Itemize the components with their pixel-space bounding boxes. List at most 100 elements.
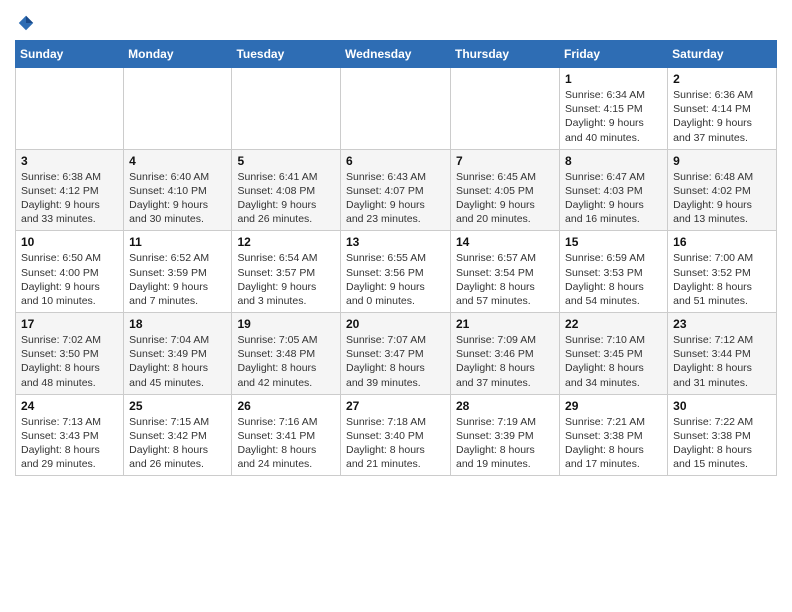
- day-number: 18: [129, 317, 226, 331]
- calendar-cell: 28 Sunrise: 7:19 AM Sunset: 3:39 PM Dayli…: [451, 394, 560, 476]
- calendar-cell: 16 Sunrise: 7:00 AM Sunset: 3:52 PM Dayli…: [668, 231, 777, 313]
- day-number: 14: [456, 235, 554, 249]
- calendar-week-row: 10 Sunrise: 6:50 AM Sunset: 4:00 PM Dayli…: [16, 231, 777, 313]
- day-info: Sunrise: 6:59 AM Sunset: 3:53 PM Dayligh…: [565, 251, 662, 308]
- calendar-cell: 17Sunrise: 7:02 AM Sunset: 3:50 PM Dayli…: [16, 313, 124, 395]
- logo-icon: [17, 14, 35, 32]
- day-info: Sunrise: 6:55 AM Sunset: 3:56 PM Dayligh…: [346, 251, 445, 308]
- calendar-cell: 1 Sunrise: 6:34 AM Sunset: 4:15 PM Daylig…: [560, 68, 668, 150]
- day-info: Sunrise: 6:47 AM Sunset: 4:03 PM Dayligh…: [565, 170, 662, 227]
- calendar-cell: 9 Sunrise: 6:48 AM Sunset: 4:02 PM Daylig…: [668, 149, 777, 231]
- day-number: 13: [346, 235, 445, 249]
- calendar-cell: 30Sunrise: 7:22 AM Sunset: 3:38 PM Dayli…: [668, 394, 777, 476]
- calendar-week-row: 24 Sunrise: 7:13 AM Sunset: 3:43 PM Dayli…: [16, 394, 777, 476]
- day-number: 8: [565, 154, 662, 168]
- weekday-header: Tuesday: [232, 41, 341, 68]
- day-number: 26: [237, 399, 335, 413]
- calendar-cell: 4 Sunrise: 6:40 AM Sunset: 4:10 PM Daylig…: [124, 149, 232, 231]
- day-info: Sunrise: 6:48 AM Sunset: 4:02 PM Dayligh…: [673, 170, 771, 227]
- day-number: 3: [21, 154, 118, 168]
- calendar-cell: 29 Sunrise: 7:21 AM Sunset: 3:38 PM Dayli…: [560, 394, 668, 476]
- day-info: Sunrise: 7:22 AM Sunset: 3:38 PM Dayligh…: [673, 415, 771, 472]
- day-info: Sunrise: 6:45 AM Sunset: 4:05 PM Dayligh…: [456, 170, 554, 227]
- day-info: Sunrise: 6:38 AM Sunset: 4:12 PM Dayligh…: [21, 170, 118, 227]
- calendar-cell: 10 Sunrise: 6:50 AM Sunset: 4:00 PM Dayli…: [16, 231, 124, 313]
- day-number: 17: [21, 317, 118, 331]
- day-number: 4: [129, 154, 226, 168]
- day-info: Sunrise: 7:07 AM Sunset: 3:47 PM Dayligh…: [346, 333, 445, 390]
- day-number: 9: [673, 154, 771, 168]
- calendar-cell: 23 Sunrise: 7:12 AM Sunset: 3:44 PM Dayli…: [668, 313, 777, 395]
- weekday-header: Friday: [560, 41, 668, 68]
- calendar-cell: 13 Sunrise: 6:55 AM Sunset: 3:56 PM Dayli…: [341, 231, 451, 313]
- day-info: Sunrise: 6:40 AM Sunset: 4:10 PM Dayligh…: [129, 170, 226, 227]
- calendar-cell: 24 Sunrise: 7:13 AM Sunset: 3:43 PM Dayli…: [16, 394, 124, 476]
- calendar-cell: 2 Sunrise: 6:36 AM Sunset: 4:14 PM Daylig…: [668, 68, 777, 150]
- day-info: Sunrise: 6:50 AM Sunset: 4:00 PM Dayligh…: [21, 251, 118, 308]
- day-info: Sunrise: 7:21 AM Sunset: 3:38 PM Dayligh…: [565, 415, 662, 472]
- calendar-cell: 14 Sunrise: 6:57 AM Sunset: 3:54 PM Dayli…: [451, 231, 560, 313]
- day-info: Sunrise: 7:13 AM Sunset: 3:43 PM Dayligh…: [21, 415, 118, 472]
- calendar-week-row: 17Sunrise: 7:02 AM Sunset: 3:50 PM Dayli…: [16, 313, 777, 395]
- calendar-cell: 26 Sunrise: 7:16 AM Sunset: 3:41 PM Dayli…: [232, 394, 341, 476]
- day-number: 28: [456, 399, 554, 413]
- day-number: 24: [21, 399, 118, 413]
- calendar-cell: 22 Sunrise: 7:10 AM Sunset: 3:45 PM Dayli…: [560, 313, 668, 395]
- day-info: Sunrise: 6:57 AM Sunset: 3:54 PM Dayligh…: [456, 251, 554, 308]
- day-number: 2: [673, 72, 771, 86]
- day-info: Sunrise: 6:41 AM Sunset: 4:08 PM Dayligh…: [237, 170, 335, 227]
- calendar-cell: 20Sunrise: 7:07 AM Sunset: 3:47 PM Dayli…: [341, 313, 451, 395]
- day-number: 11: [129, 235, 226, 249]
- calendar-cell: [124, 68, 232, 150]
- day-number: 19: [237, 317, 335, 331]
- calendar-cell: 25 Sunrise: 7:15 AM Sunset: 3:42 PM Dayli…: [124, 394, 232, 476]
- day-info: Sunrise: 7:05 AM Sunset: 3:48 PM Dayligh…: [237, 333, 335, 390]
- day-info: Sunrise: 6:34 AM Sunset: 4:15 PM Dayligh…: [565, 88, 662, 145]
- calendar-header-row: SundayMondayTuesdayWednesdayThursdayFrid…: [16, 41, 777, 68]
- calendar-cell: [451, 68, 560, 150]
- day-number: 1: [565, 72, 662, 86]
- weekday-header: Wednesday: [341, 41, 451, 68]
- day-number: 23: [673, 317, 771, 331]
- day-info: Sunrise: 7:15 AM Sunset: 3:42 PM Dayligh…: [129, 415, 226, 472]
- calendar-cell: 8 Sunrise: 6:47 AM Sunset: 4:03 PM Daylig…: [560, 149, 668, 231]
- calendar-cell: 12Sunrise: 6:54 AM Sunset: 3:57 PM Dayli…: [232, 231, 341, 313]
- day-info: Sunrise: 6:52 AM Sunset: 3:59 PM Dayligh…: [129, 251, 226, 308]
- day-info: Sunrise: 7:18 AM Sunset: 3:40 PM Dayligh…: [346, 415, 445, 472]
- day-number: 25: [129, 399, 226, 413]
- day-info: Sunrise: 7:12 AM Sunset: 3:44 PM Dayligh…: [673, 333, 771, 390]
- day-number: 29: [565, 399, 662, 413]
- logo: [15, 10, 35, 32]
- day-info: Sunrise: 6:36 AM Sunset: 4:14 PM Dayligh…: [673, 88, 771, 145]
- day-info: Sunrise: 7:09 AM Sunset: 3:46 PM Dayligh…: [456, 333, 554, 390]
- day-number: 5: [237, 154, 335, 168]
- calendar-cell: [16, 68, 124, 150]
- calendar-cell: 15 Sunrise: 6:59 AM Sunset: 3:53 PM Dayli…: [560, 231, 668, 313]
- day-number: 6: [346, 154, 445, 168]
- day-info: Sunrise: 6:54 AM Sunset: 3:57 PM Dayligh…: [237, 251, 335, 308]
- day-info: Sunrise: 7:19 AM Sunset: 3:39 PM Dayligh…: [456, 415, 554, 472]
- calendar-cell: 27 Sunrise: 7:18 AM Sunset: 3:40 PM Dayli…: [341, 394, 451, 476]
- header: [15, 10, 777, 32]
- weekday-header: Monday: [124, 41, 232, 68]
- calendar-cell: 6 Sunrise: 6:43 AM Sunset: 4:07 PM Daylig…: [341, 149, 451, 231]
- calendar-cell: 3 Sunrise: 6:38 AM Sunset: 4:12 PM Daylig…: [16, 149, 124, 231]
- day-info: Sunrise: 7:16 AM Sunset: 3:41 PM Dayligh…: [237, 415, 335, 472]
- calendar-cell: [341, 68, 451, 150]
- day-number: 7: [456, 154, 554, 168]
- day-number: 27: [346, 399, 445, 413]
- weekday-header: Thursday: [451, 41, 560, 68]
- calendar-week-row: 3 Sunrise: 6:38 AM Sunset: 4:12 PM Daylig…: [16, 149, 777, 231]
- day-info: Sunrise: 7:00 AM Sunset: 3:52 PM Dayligh…: [673, 251, 771, 308]
- calendar-cell: 7 Sunrise: 6:45 AM Sunset: 4:05 PM Daylig…: [451, 149, 560, 231]
- day-number: 10: [21, 235, 118, 249]
- weekday-header: Sunday: [16, 41, 124, 68]
- day-number: 22: [565, 317, 662, 331]
- calendar-cell: 5 Sunrise: 6:41 AM Sunset: 4:08 PM Daylig…: [232, 149, 341, 231]
- day-info: Sunrise: 6:43 AM Sunset: 4:07 PM Dayligh…: [346, 170, 445, 227]
- day-info: Sunrise: 7:04 AM Sunset: 3:49 PM Dayligh…: [129, 333, 226, 390]
- calendar-cell: [232, 68, 341, 150]
- day-number: 16: [673, 235, 771, 249]
- day-number: 15: [565, 235, 662, 249]
- day-info: Sunrise: 7:10 AM Sunset: 3:45 PM Dayligh…: [565, 333, 662, 390]
